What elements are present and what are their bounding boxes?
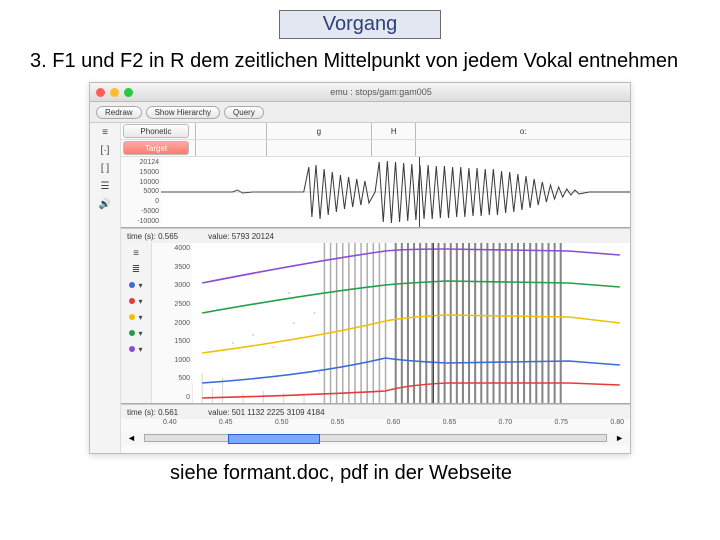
seek-track[interactable] <box>144 434 607 442</box>
slide-title: Vorgang <box>279 10 441 39</box>
time-cursor[interactable] <box>419 157 420 227</box>
toolbar: Redraw Show Hierarchy Query <box>90 102 630 123</box>
left-sidebar: ≡ [·] [ ] ☰ 🔊 <box>90 123 121 453</box>
legend-f2[interactable]: ▾ <box>121 293 151 309</box>
spectrogram-panel[interactable]: ≡ ≣ ▾ ▾ ▾ ▾ ▾ 4000 3500 3000 2500 2000 <box>121 243 630 404</box>
legend-f3[interactable]: ▾ <box>121 309 151 325</box>
wave-time: time (s): 0.565 <box>127 232 178 241</box>
wave-value: value: 5793 20124 <box>208 232 274 241</box>
zoom-icon[interactable] <box>124 88 133 97</box>
window-title: emu : stops/gam:gam005 <box>138 87 624 97</box>
target-tier[interactable]: Target <box>121 140 630 157</box>
phonetic-tier-label[interactable]: Phonetic <box>123 124 189 138</box>
app-window: emu : stops/gam:gam005 Redraw Show Hiera… <box>89 82 631 454</box>
brackets2-icon[interactable]: [ ] <box>90 159 120 177</box>
equalizer-icon[interactable]: ☰ <box>90 177 120 195</box>
legend-f5[interactable]: ▾ <box>121 341 151 357</box>
spec-legend-sidebar: ≡ ≣ ▾ ▾ ▾ ▾ ▾ <box>121 243 152 403</box>
legend-f4[interactable]: ▾ <box>121 325 151 341</box>
time-cursor[interactable] <box>433 243 434 403</box>
x-axis: 0.40 0.45 0.50 0.55 0.60 0.65 0.70 0.75 … <box>121 419 630 431</box>
legend-f1[interactable]: ▾ <box>121 277 151 293</box>
query-button[interactable]: Query <box>224 106 264 119</box>
waveform-plot[interactable] <box>161 157 630 227</box>
step-text: 3. F1 und F2 in R dem zeitlichen Mittelp… <box>30 49 690 74</box>
spec-yaxis: 4000 3500 3000 2500 2000 1500 1000 500 0 <box>152 243 192 403</box>
wave-yaxis: 20124 15000 10000 5000 0 -5000 -10000 <box>121 157 161 227</box>
seek-right-icon[interactable]: ► <box>615 433 624 443</box>
seg-h[interactable]: H <box>371 123 416 139</box>
close-icon[interactable] <box>96 88 105 97</box>
spec-time: time (s): 0.561 <box>127 408 178 417</box>
target-tier-label[interactable]: Target <box>123 141 189 155</box>
spectrogram-plot[interactable] <box>192 243 630 403</box>
spec-value: value: 501 1132 2225 3109 4184 <box>208 408 324 417</box>
redraw-button[interactable]: Redraw <box>96 106 142 119</box>
wave-status: time (s): 0.565 value: 5793 20124 <box>121 228 630 243</box>
seek-bar[interactable]: ◄ ► <box>121 431 630 445</box>
menu-icon[interactable]: ≡ <box>90 123 120 141</box>
seg-g[interactable]: g <box>266 123 371 139</box>
seek-left-icon[interactable]: ◄ <box>127 433 136 443</box>
seek-thumb[interactable] <box>228 434 320 444</box>
caption-text: siehe formant.doc, pdf in der Webseite <box>170 462 690 485</box>
spec-status: time (s): 0.561 value: 501 1132 2225 310… <box>121 404 630 419</box>
show-hierarchy-button[interactable]: Show Hierarchy <box>146 106 220 119</box>
titlebar: emu : stops/gam:gam005 <box>90 83 630 102</box>
seg-o[interactable]: o: <box>415 123 630 139</box>
phonetic-tier[interactable]: Phonetic g H o: <box>121 123 630 140</box>
speaker-icon[interactable]: 🔊 <box>90 195 120 213</box>
waveform-panel[interactable]: 20124 15000 10000 5000 0 -5000 -10000 <box>121 157 630 228</box>
bars-icon[interactable]: ≣ <box>132 260 140 278</box>
minimize-icon[interactable] <box>110 88 119 97</box>
brackets-icon[interactable]: [·] <box>90 141 120 159</box>
